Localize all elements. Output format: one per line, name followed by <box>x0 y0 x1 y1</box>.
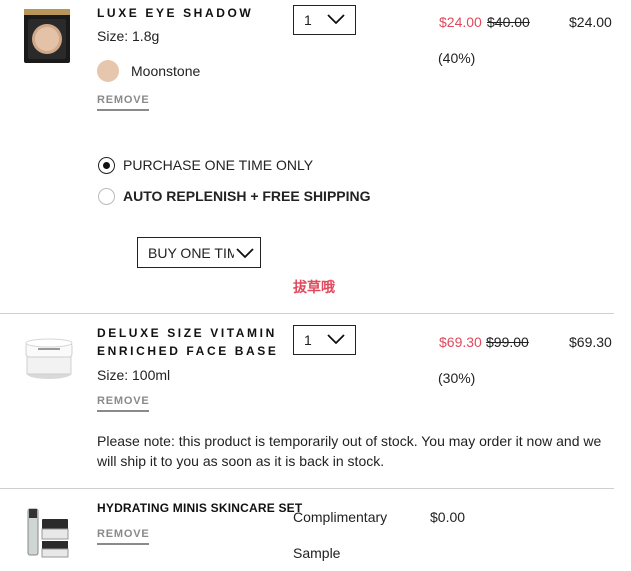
frequency-select[interactable]: BUY ONE TIME <box>137 237 261 268</box>
complimentary-label-line1: Complimentary <box>293 509 388 525</box>
remove-link[interactable]: REMOVE <box>97 94 150 111</box>
product-name-line1[interactable]: DELUXE SIZE VITAMIN <box>97 324 277 342</box>
line-total: $69.30 <box>569 334 612 350</box>
quantity-select[interactable]: 1 <box>293 325 356 355</box>
frequency-value: BUY ONE TIME <box>148 245 234 261</box>
sample-price: $0.00 <box>430 509 466 525</box>
product-name-line2[interactable]: ENRICHED FACE BASE <box>97 342 278 360</box>
sale-price: $24.00 <box>439 14 482 30</box>
out-of-stock-note: Please note: this product is temporarily… <box>97 433 602 469</box>
line-total: $24.00 <box>569 14 612 30</box>
auto-replenish-label[interactable]: AUTO REPLENISH + FREE SHIPPING <box>123 188 371 204</box>
quantity-select[interactable]: 1 <box>293 5 356 35</box>
complimentary-label-line2: Sample <box>293 545 341 561</box>
discount-percent: (30%) <box>438 370 476 386</box>
product-name[interactable]: HYDRATING MINIS SKINCARE SET <box>97 500 302 516</box>
purchase-one-time-label[interactable]: PURCHASE ONE TIME ONLY <box>123 157 313 173</box>
product-image-eye-shadow[interactable] <box>22 7 72 65</box>
remove-link[interactable]: REMOVE <box>97 528 150 545</box>
original-price: $99.00 <box>486 334 529 350</box>
product-image-minis-set[interactable] <box>22 505 72 559</box>
purchase-one-time-radio[interactable] <box>98 157 115 174</box>
shade-swatch <box>97 60 119 82</box>
sale-price: $69.30 <box>439 334 482 350</box>
chevron-down-icon <box>327 14 345 25</box>
eye-shadow-compact-icon <box>24 9 70 63</box>
quantity-value: 1 <box>304 12 312 28</box>
item-divider <box>0 313 614 314</box>
auto-replenish-radio[interactable] <box>98 188 115 205</box>
watermark-text: 拔草哦 <box>293 279 335 295</box>
product-name[interactable]: LUXE EYE SHADOW <box>97 4 253 22</box>
face-cream-jar-icon <box>25 338 73 379</box>
discount-percent: (40%) <box>438 50 476 66</box>
chevron-down-icon <box>327 334 345 345</box>
chevron-down-icon <box>236 246 254 260</box>
product-size: Size: 1.8g <box>97 28 160 44</box>
remove-link[interactable]: REMOVE <box>97 395 150 412</box>
product-image-face-base[interactable] <box>24 335 74 381</box>
shade-name: Moonstone <box>131 63 201 79</box>
skincare-set-icon <box>27 508 69 558</box>
original-price: $40.00 <box>487 14 530 30</box>
quantity-value: 1 <box>304 332 312 348</box>
item-divider <box>0 488 614 489</box>
product-size: Size: 100ml <box>97 367 171 383</box>
